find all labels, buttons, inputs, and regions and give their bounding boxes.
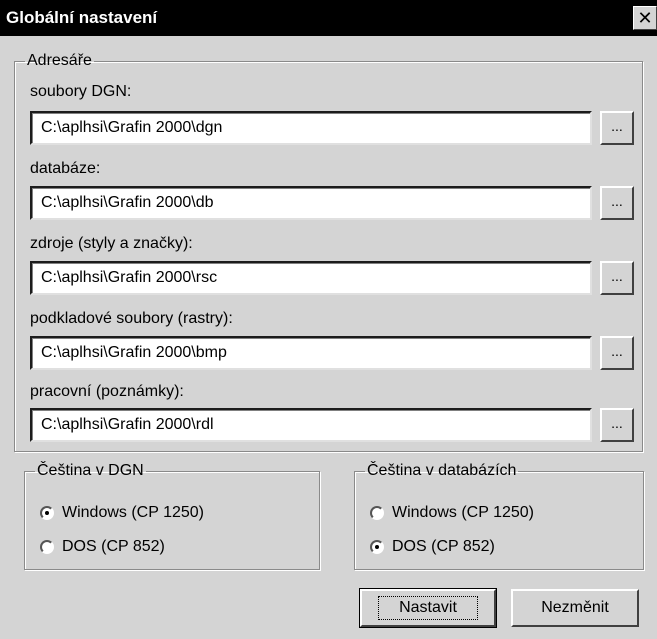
db-dir-label: databáze: xyxy=(30,160,101,177)
radio-selected-icon xyxy=(370,540,384,554)
directories-legend: Adresáře xyxy=(27,52,92,69)
dgn-dos-radio[interactable]: DOS (CP 852) xyxy=(40,538,165,556)
title-bar: Globální nastavení ✕ xyxy=(0,0,657,36)
radio-unselected-icon xyxy=(40,540,54,554)
rsc-dir-label: zdroje (styly a značky): xyxy=(30,235,193,252)
db-dos-label: DOS (CP 852) xyxy=(392,538,495,555)
apply-button-label: Nastavit xyxy=(378,596,478,620)
dgn-dos-label: DOS (CP 852) xyxy=(62,538,165,555)
dgn-browse-button[interactable]: ... xyxy=(600,111,634,145)
db-dos-radio[interactable]: DOS (CP 852) xyxy=(370,538,495,556)
close-icon: ✕ xyxy=(637,8,653,28)
dgn-windows-radio[interactable]: Windows (CP 1250) xyxy=(40,504,204,522)
db-dir-input[interactable]: C:\aplhsi\Grafin 2000\db xyxy=(30,186,592,220)
db-windows-label: Windows (CP 1250) xyxy=(392,504,534,521)
radio-unselected-icon xyxy=(370,506,384,520)
global-settings-dialog: Globální nastavení ✕ Adresáře soubory DG… xyxy=(0,0,657,639)
bmp-dir-label: podkladové soubory (rastry): xyxy=(30,310,233,327)
bmp-dir-input[interactable]: C:\aplhsi\Grafin 2000\bmp xyxy=(30,336,592,370)
czech-db-legend: Čeština v databázích xyxy=(367,462,517,479)
db-browse-button[interactable]: ... xyxy=(600,186,634,220)
rsc-browse-button[interactable]: ... xyxy=(600,261,634,295)
bmp-browse-button[interactable]: ... xyxy=(600,336,634,370)
apply-button[interactable]: Nastavit xyxy=(359,588,497,628)
radio-selected-icon xyxy=(40,506,54,520)
rdl-dir-label: pracovní (poznámky): xyxy=(30,383,184,400)
czech-dgn-legend: Čeština v DGN xyxy=(37,462,144,479)
rsc-dir-input[interactable]: C:\aplhsi\Grafin 2000\rsc xyxy=(30,261,592,295)
dgn-windows-label: Windows (CP 1250) xyxy=(62,504,204,521)
rdl-browse-button[interactable]: ... xyxy=(600,408,634,442)
rdl-dir-input[interactable]: C:\aplhsi\Grafin 2000\rdl xyxy=(30,408,592,442)
dgn-dir-label: soubory DGN: xyxy=(30,83,132,100)
dialog-title: Globální nastavení xyxy=(6,8,158,27)
dgn-dir-input[interactable]: C:\aplhsi\Grafin 2000\dgn xyxy=(30,111,592,145)
cancel-button[interactable]: Nezměnit xyxy=(511,589,639,627)
close-button[interactable]: ✕ xyxy=(633,6,657,30)
db-windows-radio[interactable]: Windows (CP 1250) xyxy=(370,504,534,522)
